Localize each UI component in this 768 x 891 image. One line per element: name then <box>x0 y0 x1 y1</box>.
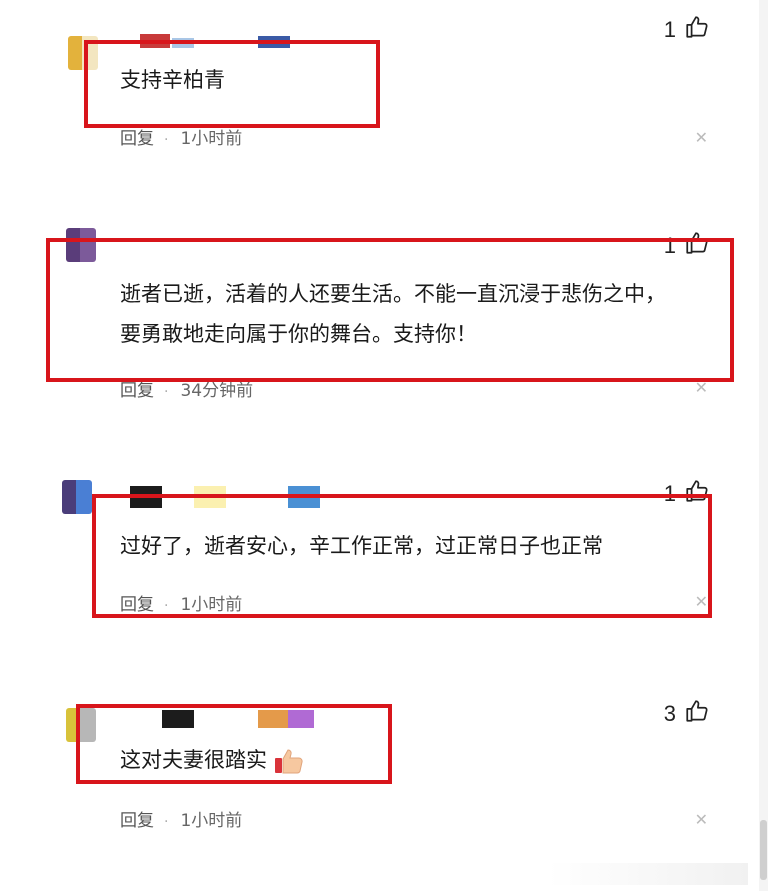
comment-meta: 回复 · 1小时前 <box>120 590 242 615</box>
comment-text: 逝者已逝，活着的人还要生活。不能一直沉浸于悲伤之中，要勇敢地走向属于你的舞台。支… <box>120 282 666 346</box>
comment-time: 1小时前 <box>180 811 243 831</box>
scrollbar-thumb[interactable] <box>760 820 767 880</box>
watermark <box>548 863 748 885</box>
comment-item: 逝者已逝，活着的人还要生活。不能一直沉浸于悲伤之中，要勇敢地走向属于你的舞台。支… <box>0 200 768 460</box>
comment-meta: 回复 · 1小时前 <box>120 806 242 831</box>
reply-button[interactable]: 回复 <box>120 381 154 401</box>
avatar[interactable] <box>68 36 98 70</box>
username-mosaic[interactable] <box>130 34 300 48</box>
thumbs-up-emoji <box>274 747 304 775</box>
comment-text-content: 这对夫妻很踏实 <box>120 748 267 772</box>
like-count: 1 <box>663 481 676 506</box>
thumbs-up-icon[interactable] <box>684 698 710 730</box>
scrollbar[interactable] <box>759 0 768 891</box>
separator-dot: · <box>164 814 169 830</box>
close-icon[interactable]: ✕ <box>695 592 708 611</box>
comment-text: 这对夫妻很踏实 <box>120 740 304 780</box>
comment-text: 支持辛柏青 <box>120 68 225 92</box>
like-count: 3 <box>663 701 676 726</box>
like-count: 1 <box>663 233 676 258</box>
comment-item: 这对夫妻很踏实 回复 · 1小时前 3 ✕ <box>0 680 768 860</box>
like-button[interactable]: 1 <box>664 230 710 262</box>
username-mosaic[interactable] <box>150 710 330 728</box>
avatar[interactable] <box>66 708 96 742</box>
comment-time: 1小时前 <box>180 129 243 149</box>
like-button[interactable]: 1 <box>664 478 710 510</box>
username-mosaic[interactable] <box>128 486 328 508</box>
comment-time: 34分钟前 <box>180 381 254 401</box>
close-icon[interactable]: ✕ <box>695 378 708 397</box>
separator-dot: · <box>164 598 169 614</box>
reply-button[interactable]: 回复 <box>120 811 154 831</box>
separator-dot: · <box>164 132 169 148</box>
thumbs-up-icon[interactable] <box>684 230 710 262</box>
reply-button[interactable]: 回复 <box>120 595 154 615</box>
comment-item: 支持辛柏青 回复 · 1小时前 1 ✕ <box>0 0 768 200</box>
comment-text: 过好了，逝者安心，辛工作正常，过正常日子也正常 <box>120 534 603 558</box>
reply-button[interactable]: 回复 <box>120 129 154 149</box>
like-button[interactable]: 1 <box>664 14 710 46</box>
avatar[interactable] <box>62 480 92 514</box>
avatar[interactable] <box>66 228 96 262</box>
comment-meta: 回复 · 34分钟前 <box>120 376 253 401</box>
comment-meta: 回复 · 1小时前 <box>120 124 242 149</box>
thumbs-up-icon[interactable] <box>684 14 710 46</box>
comment-item: 过好了，逝者安心，辛工作正常，过正常日子也正常 回复 · 1小时前 1 ✕ <box>0 460 768 680</box>
comment-list: 支持辛柏青 回复 · 1小时前 1 ✕ 逝者已逝，活着的人还要生活。不能一直沉浸于悲… <box>0 0 768 891</box>
separator-dot: · <box>164 384 169 400</box>
close-icon[interactable]: ✕ <box>695 128 708 147</box>
comment-time: 1小时前 <box>180 595 243 615</box>
thumbs-up-icon[interactable] <box>684 478 710 510</box>
close-icon[interactable]: ✕ <box>695 810 708 829</box>
like-count: 1 <box>663 17 676 42</box>
like-button[interactable]: 3 <box>664 698 710 730</box>
